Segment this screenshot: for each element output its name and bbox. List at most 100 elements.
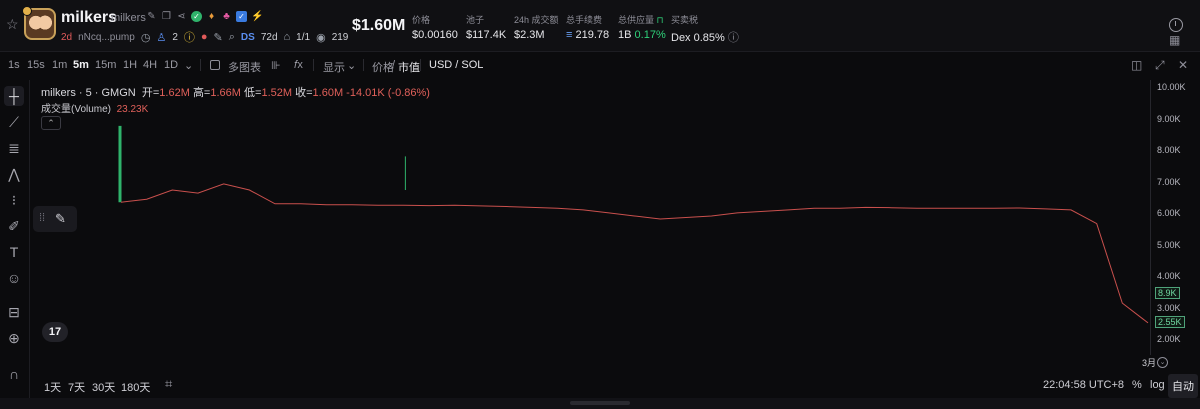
layout-icon[interactable]: ▦ [1169,33,1183,47]
interval-1m[interactable]: 1m [52,59,67,71]
creator-address[interactable]: nNcq...pump [78,32,135,43]
holders-count: 2 [172,31,178,43]
range-1d[interactable]: 1天 [44,379,61,395]
projection-tool-icon[interactable]: ⁝ [4,190,24,210]
ds-label[interactable]: DS [241,32,255,43]
help-icon[interactable]: ⓘ [728,32,739,44]
fullscreen-icon[interactable]: ⤢ [1155,58,1165,73]
community-icon: ♣ [223,11,230,22]
auto-scale-toggle[interactable]: 自动 [1168,374,1198,398]
holders-icon: ♙ [156,31,167,44]
high-value: 1.66M [210,87,241,99]
share-icon[interactable]: ⋖ [176,11,187,22]
range-180d[interactable]: 180天 [121,379,150,395]
token-meta-row: 2d nNcq...pump ◷ ♙ 2 ⓘ ● ✎ ⌕ DS 72d ⌂ 1/… [61,29,348,45]
favorite-star-icon[interactable]: ☆ [6,17,20,31]
stat-value: $117.4K [466,29,507,41]
price-chart[interactable] [31,80,1149,355]
candle-type-icon[interactable]: ⊪ [271,59,281,72]
crosshair-tool-icon[interactable]: ┼ [4,86,24,106]
price-toggle[interactable]: 价格 [372,59,394,75]
warning-icon: ⓘ [183,32,195,44]
interval-5m[interactable]: 5m [73,59,89,71]
mcap-toggle[interactable]: 市值 [398,59,420,75]
y-tick-label: 10.00K [1157,82,1186,92]
interval-15m[interactable]: 15m [95,59,116,71]
axis-settings-icon[interactable]: ⌄ [1157,357,1168,368]
ruler-tool-icon[interactable]: ⊟ [4,302,24,322]
close-icon[interactable]: ✕ [1178,58,1188,72]
close-label: 收= [295,87,313,99]
chart-toolbar: 1s 15s 1m 5m 15m 1H 4H 1D ⌄ 多图表 ⊪ 𝑓x 显示 … [0,55,1200,75]
refresh-icon[interactable]: ◷ [141,31,151,44]
stat-tax: 买卖税 Dex 0.85% ⓘ [671,13,739,45]
y-tick-label: 6.00K [1157,208,1181,218]
collapse-legend-button[interactable]: ⌃ [41,116,61,130]
multi-chart-checkbox[interactable] [210,60,220,70]
interval-4h[interactable]: 4H [143,59,157,71]
stat-label: 总供应量 ⊓ [618,13,666,26]
stat-volume-24h: 24h 成交额 $2.3M [514,13,559,41]
ds-value: 72d [260,31,278,43]
bottom-toolbar: 1天 7天 30天 180天 ⌗ 22:04:58 UTC+8 % log 自动 [0,372,1200,398]
stat-label: 买卖税 [671,15,699,25]
volume-legend: 成交量(Volume) 23.23K [41,100,148,115]
currency-toggle[interactable]: USD / SOL [429,59,483,71]
pattern-tool-icon[interactable]: ⋀ [4,164,24,184]
percent-toggle[interactable]: % [1132,379,1142,391]
change-value: -14.01K (-0.86%) [346,87,430,99]
display-chevron-icon[interactable]: ⌄ [347,59,356,72]
ratio-value: 1/1 [296,31,311,43]
price-tag: 8.9K [1155,287,1180,299]
edit-icon[interactable]: ✎ [146,11,157,22]
divider [363,59,364,71]
verified-icon: ✓ [191,11,202,22]
stat-price: 价格 $0.00160 [412,13,458,41]
interval-dropdown-chevron-icon[interactable]: ⌄ [184,59,193,72]
search-icon[interactable]: ⌕ [229,31,235,44]
emoji-tool-icon[interactable]: ☺ [4,268,24,288]
trendline-tool-icon[interactable]: ⟋ [4,112,24,132]
y-tick-label: 3.00K [1157,302,1181,313]
indicators-fx-icon[interactable]: 𝑓x [294,59,303,72]
price-mcap-slash: / [392,59,396,71]
display-menu[interactable]: 显示 [323,59,345,75]
alarm-clock-icon[interactable] [1169,18,1183,32]
interval-1s[interactable]: 1s [8,59,20,71]
volume-value: 23.23K [116,104,149,115]
camera-icon[interactable]: ◫ [1131,58,1142,72]
market-cap: $1.60M [352,17,406,34]
divider [420,59,421,71]
price-axis[interactable]: 10.00K 9.00K 8.00K 7.00K 6.00K 5.00K 4.00K 3.00… [1150,80,1200,355]
log-toggle[interactable]: log [1150,379,1165,391]
current-time[interactable]: 22:04:58 UTC+8 [1043,379,1124,391]
scroll-bar[interactable] [0,398,1200,409]
ohlc-legend: milkers · 5 · GMGN 开=1.62M 高=1.66M 低=1.5… [41,84,430,100]
range-30d[interactable]: 30天 [92,379,115,395]
eye-icon: ◉ [316,31,326,44]
low-value: 1.52M [261,87,293,99]
date-label: 3月 [1142,358,1157,368]
price-line [120,183,1149,324]
low-label: 低= [244,87,262,99]
brush-tool-icon[interactable]: ✐ [4,216,24,236]
range-7d[interactable]: 7天 [68,379,85,395]
calendar-icon[interactable]: ⌗ [165,376,172,392]
interval-1h[interactable]: 1H [123,59,137,71]
copy-icon[interactable]: ❐ [161,11,172,22]
drawing-tools-panel: ┼ ⟋ ≣ ⋀ ⁝ ✐ T ☺ ⊟ ⊕ ∩ [0,80,30,409]
note-icon[interactable]: ✎ [214,31,223,44]
avatar-badge-icon [22,6,32,16]
views-count: 219 [331,31,349,43]
token-symbol: milkers [111,12,146,24]
multi-chart-label[interactable]: 多图表 [228,59,261,75]
token-age: 2d [61,31,73,43]
bag-icon: ⌂ [283,31,291,43]
scroll-thumb[interactable] [570,401,630,405]
twitter-check-icon[interactable]: ✓ [236,11,247,22]
interval-1d[interactable]: 1D [164,59,178,71]
text-tool-icon[interactable]: T [4,242,24,262]
fib-tool-icon[interactable]: ≣ [4,138,24,158]
interval-15s[interactable]: 15s [27,59,45,71]
zoom-in-tool-icon[interactable]: ⊕ [4,328,24,348]
